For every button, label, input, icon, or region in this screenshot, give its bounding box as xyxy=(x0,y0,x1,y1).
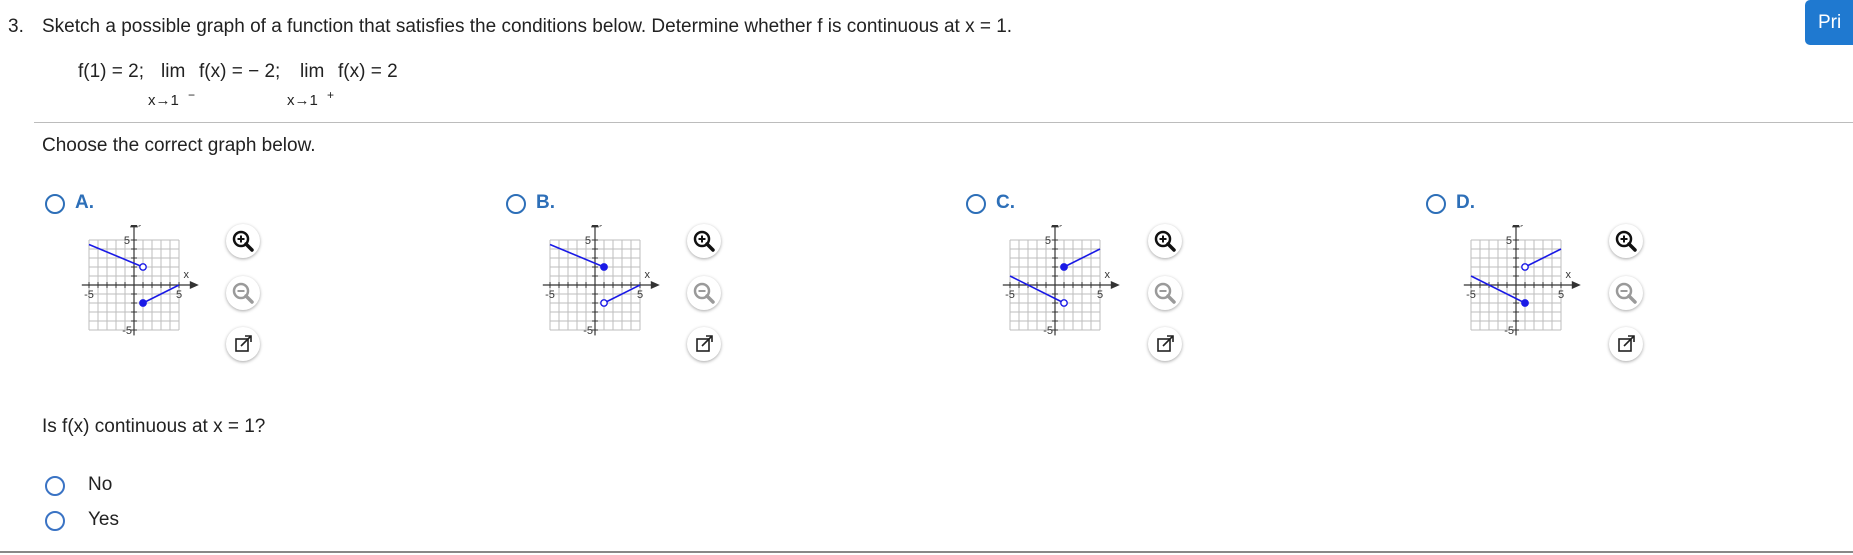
external-link-icon xyxy=(235,335,252,352)
question-text: Sketch a possible graph of a function th… xyxy=(42,16,1013,37)
divider xyxy=(34,122,1853,123)
graph-c: yx5-5-55 xyxy=(1002,225,1120,337)
x-tick-label-neg5: -5 xyxy=(1005,289,1015,301)
x-axis-arrow xyxy=(1571,281,1581,289)
y-tick-label-neg5: -5 xyxy=(583,325,593,337)
open-point xyxy=(139,263,147,271)
x-axis-label: x xyxy=(1104,269,1110,281)
condition-lim-left-sub: x→1 xyxy=(148,92,179,109)
radio-option-c[interactable] xyxy=(966,194,986,214)
option-a-label: A. xyxy=(75,192,94,213)
y-axis-arrow xyxy=(1512,225,1520,228)
condition-lim-right-word: lim xyxy=(300,61,325,82)
option-c-label: C. xyxy=(996,192,1015,213)
answer-no-label: No xyxy=(88,474,113,495)
x-axis-label: x xyxy=(183,269,189,281)
condition-f-value: f(1) = 2; xyxy=(78,61,144,82)
condition-lim-right-sup: + xyxy=(327,88,335,102)
graph-a: yx5-5-55 xyxy=(81,225,199,337)
radio-option-a[interactable] xyxy=(45,194,65,214)
radio-answer-yes[interactable] xyxy=(45,511,65,531)
x-tick-label-5: 5 xyxy=(1558,289,1564,301)
external-link-icon xyxy=(1157,335,1174,352)
bottom-border xyxy=(0,551,1853,553)
x-tick-label-5: 5 xyxy=(176,289,182,301)
condition-lim-left-sup: − xyxy=(188,88,196,102)
y-tick-label-neg5: -5 xyxy=(122,325,132,337)
zoom-out-icon xyxy=(693,282,715,304)
radio-option-d[interactable] xyxy=(1426,194,1446,214)
y-axis-label: y xyxy=(138,225,144,227)
x-axis-label: x xyxy=(644,269,650,281)
zoom-in-button-b[interactable] xyxy=(687,224,721,258)
radio-option-b[interactable] xyxy=(506,194,526,214)
open-graph-button-c[interactable] xyxy=(1148,327,1182,361)
closed-point xyxy=(1060,263,1068,271)
closed-point xyxy=(600,263,608,271)
zoom-out-button-b[interactable] xyxy=(687,276,721,310)
zoom-in-button-c[interactable] xyxy=(1148,224,1182,258)
y-tick-label-neg5: -5 xyxy=(1043,325,1053,337)
open-graph-button-d[interactable] xyxy=(1609,327,1643,361)
answer-yes-label: Yes xyxy=(88,509,119,530)
zoom-in-button-d[interactable] xyxy=(1609,224,1643,258)
y-tick-label-5: 5 xyxy=(1506,235,1512,247)
external-link-icon xyxy=(1618,335,1635,352)
x-tick-label-neg5: -5 xyxy=(84,289,94,301)
zoom-in-icon xyxy=(1615,230,1637,252)
y-axis-label: y xyxy=(1059,225,1065,227)
print-button[interactable]: Pri xyxy=(1805,0,1853,45)
y-tick-label-5: 5 xyxy=(124,235,130,247)
condition-lim-left-expr: f(x) = − 2; xyxy=(199,61,281,82)
x-axis-arrow xyxy=(189,281,199,289)
continuity-question: Is f(x) continuous at x = 1? xyxy=(42,416,266,437)
x-tick-label-5: 5 xyxy=(637,289,643,301)
open-point xyxy=(1060,299,1068,307)
option-b-label: B. xyxy=(536,192,555,213)
x-tick-label-neg5: -5 xyxy=(545,289,555,301)
x-axis-label: x xyxy=(1565,269,1571,281)
condition-lim-right-sub: x→1 xyxy=(287,92,318,109)
closed-point xyxy=(1521,299,1529,307)
x-axis-arrow xyxy=(650,281,660,289)
zoom-in-icon xyxy=(693,230,715,252)
x-axis-arrow xyxy=(1110,281,1120,289)
zoom-in-button-a[interactable] xyxy=(226,224,260,258)
open-point xyxy=(1521,263,1529,271)
closed-point xyxy=(139,299,147,307)
radio-answer-no[interactable] xyxy=(45,476,65,496)
instruction-text: Choose the correct graph below. xyxy=(42,135,316,156)
external-link-icon xyxy=(696,335,713,352)
y-axis-arrow xyxy=(591,225,599,228)
graph-b: yx5-5-55 xyxy=(542,225,660,337)
y-axis-arrow xyxy=(130,225,138,228)
x-tick-label-neg5: -5 xyxy=(1466,289,1476,301)
y-axis-arrow xyxy=(1051,225,1059,228)
open-point xyxy=(600,299,608,307)
zoom-out-icon xyxy=(1615,282,1637,304)
y-tick-label-neg5: -5 xyxy=(1504,325,1514,337)
zoom-in-icon xyxy=(1154,230,1176,252)
condition-lim-right-expr: f(x) = 2 xyxy=(338,61,398,82)
y-tick-label-5: 5 xyxy=(1045,235,1051,247)
option-d-label: D. xyxy=(1456,192,1475,213)
condition-lim-left-word: lim xyxy=(161,61,186,82)
zoom-out-button-c[interactable] xyxy=(1148,276,1182,310)
question-number: 3. xyxy=(8,16,24,37)
open-graph-button-a[interactable] xyxy=(226,327,260,361)
open-graph-button-b[interactable] xyxy=(687,327,721,361)
zoom-in-icon xyxy=(232,230,254,252)
zoom-out-button-a[interactable] xyxy=(226,276,260,310)
zoom-out-icon xyxy=(1154,282,1176,304)
y-axis-label: y xyxy=(599,225,605,227)
y-tick-label-5: 5 xyxy=(585,235,591,247)
y-axis-label: y xyxy=(1520,225,1526,227)
x-tick-label-5: 5 xyxy=(1097,289,1103,301)
zoom-out-button-d[interactable] xyxy=(1609,276,1643,310)
zoom-out-icon xyxy=(232,282,254,304)
graph-d: yx5-5-55 xyxy=(1463,225,1581,337)
